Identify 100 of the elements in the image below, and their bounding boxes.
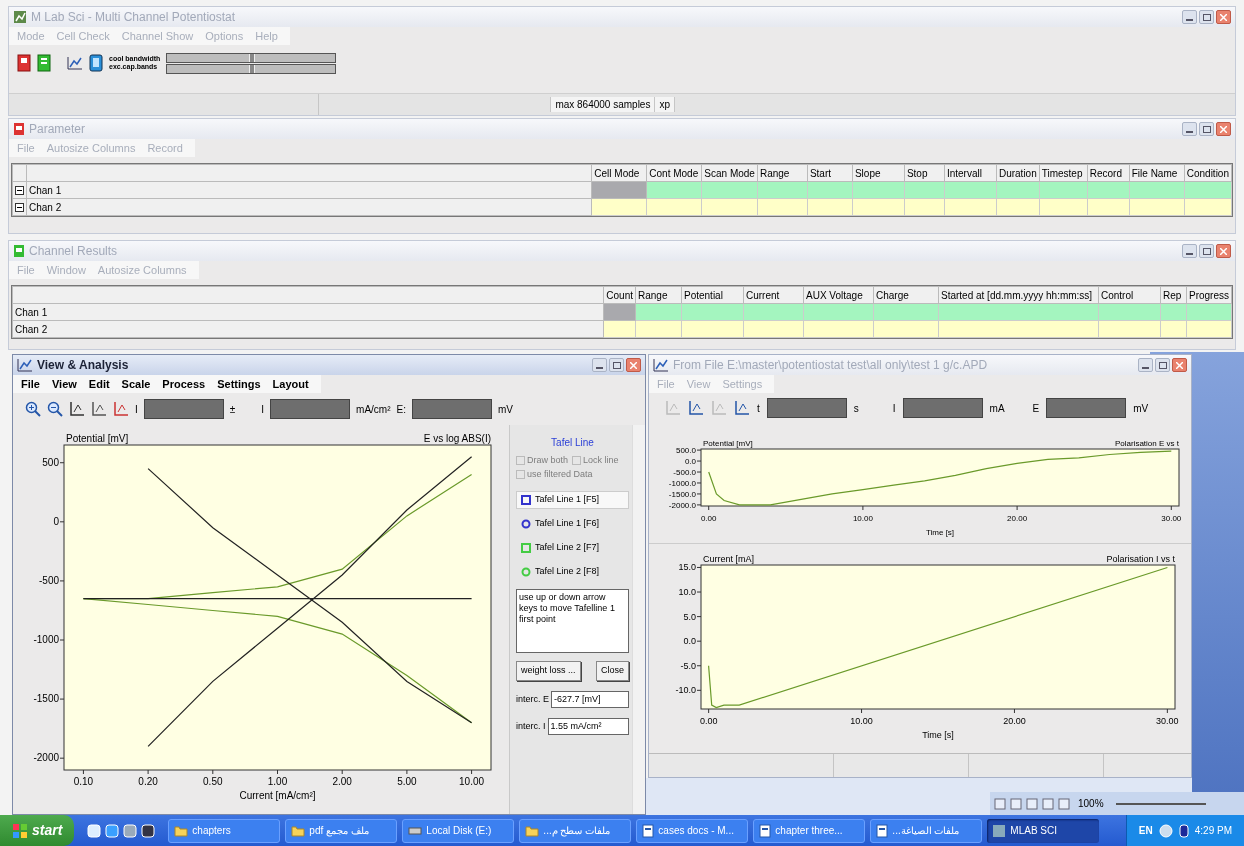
menu-item[interactable]: Settings — [217, 375, 261, 393]
menu-item[interactable]: Edit — [88, 375, 110, 393]
minimize-button[interactable] — [1182, 10, 1197, 24]
column-header[interactable]: Count — [603, 286, 636, 304]
taskbar-button[interactable]: chapter three... — [753, 818, 866, 843]
document-icon — [876, 823, 889, 838]
zoom-in-icon[interactable] — [25, 401, 41, 417]
slider-thumb[interactable] — [249, 64, 256, 73]
column-header[interactable]: AUX Voltage — [803, 286, 874, 304]
maximize-button[interactable] — [1199, 122, 1214, 136]
axis-icon[interactable] — [69, 401, 85, 417]
slider-thumb[interactable] — [249, 53, 256, 62]
axis-icon[interactable] — [91, 401, 107, 417]
column-header[interactable]: File Name — [1129, 164, 1185, 182]
column-header[interactable]: Range — [757, 164, 808, 182]
value-field[interactable]: -627.7 [mV] — [551, 691, 629, 708]
quick-launch-icon[interactable] — [123, 822, 138, 839]
action-button[interactable]: weight loss ... — [516, 661, 581, 681]
close-icon — [630, 361, 637, 369]
toolbar-label: mA/cm² — [356, 402, 391, 417]
radio-option[interactable]: Tafel Line 1 [F6] — [516, 515, 629, 533]
minimize-button[interactable] — [592, 358, 607, 372]
slider-track[interactable] — [166, 52, 337, 63]
chart-icon[interactable] — [67, 56, 83, 70]
maximize-button[interactable] — [1199, 244, 1214, 258]
tick-label: 5.0 — [683, 611, 696, 622]
column-header[interactable]: Cell Mode — [591, 164, 647, 182]
close-button[interactable] — [1216, 244, 1231, 258]
document-icon[interactable] — [37, 54, 51, 72]
security-icon[interactable] — [1178, 823, 1189, 838]
value-field[interactable]: 1.55 mA/cm² — [547, 718, 629, 735]
slider-track[interactable] — [166, 63, 337, 74]
column-header[interactable]: Intervall — [944, 164, 997, 182]
column-header[interactable]: Stop — [904, 164, 945, 182]
taskbar-button[interactable]: chapters — [168, 818, 281, 843]
view-icon[interactable] — [1010, 797, 1022, 810]
column-header[interactable]: Charge — [873, 286, 939, 304]
taskbar-button[interactable]: MLAB SCI — [987, 818, 1100, 843]
menu-item[interactable]: View — [51, 375, 77, 393]
column-header[interactable]: Record — [1087, 164, 1130, 182]
taskbar-button[interactable]: ملفات الصياغة... — [870, 818, 983, 843]
document-icon[interactable] — [17, 54, 31, 72]
tick-label: -2000.0 — [668, 500, 696, 510]
maximize-button[interactable] — [1199, 10, 1214, 24]
view-icon[interactable] — [1026, 797, 1038, 810]
axis-icon[interactable] — [734, 400, 750, 416]
taskbar-button[interactable]: Local Disk (E:) — [402, 818, 515, 843]
column-header[interactable]: Cont Mode — [646, 164, 702, 182]
maximize-button[interactable] — [609, 358, 624, 372]
minimize-button[interactable] — [1138, 358, 1153, 372]
column-header[interactable]: Duration — [996, 164, 1040, 182]
menu-item[interactable]: File — [21, 375, 40, 393]
menu-item[interactable]: Process — [162, 375, 206, 393]
menu-item[interactable]: Layout — [272, 375, 309, 393]
radio-option[interactable]: Tafel Line 2 [F7] — [516, 539, 629, 557]
column-header[interactable]: Current — [743, 286, 804, 304]
menu-item[interactable]: Scale — [121, 375, 151, 393]
quick-launch-icon[interactable] — [141, 822, 156, 839]
taskbar-button[interactable]: ملفات سطح م... — [519, 818, 632, 843]
collapse-icon[interactable] — [15, 203, 24, 213]
action-button[interactable]: Close — [596, 661, 629, 681]
radio-option[interactable]: Tafel Line 1 [F5] — [516, 491, 629, 509]
radio-option[interactable]: Tafel Line 2 [F8] — [516, 563, 629, 581]
minimize-button[interactable] — [1182, 122, 1197, 136]
column-header[interactable]: Control — [1098, 286, 1161, 304]
quick-launch-icon[interactable] — [87, 822, 102, 839]
device-icon[interactable] — [89, 54, 103, 72]
close-button[interactable] — [1172, 358, 1187, 372]
view-icon[interactable] — [994, 797, 1006, 810]
taskbar-button[interactable]: ملف مجمع pdf — [285, 818, 398, 843]
column-header[interactable]: Condition — [1184, 164, 1232, 182]
view-icon[interactable] — [1042, 797, 1054, 810]
column-header[interactable]: Start — [807, 164, 853, 182]
column-header[interactable]: Range — [635, 286, 682, 304]
axis-title: Potential [mV] — [703, 439, 753, 448]
column-header[interactable]: Progress — [1186, 286, 1232, 304]
close-button[interactable] — [626, 358, 641, 372]
maximize-icon — [1202, 13, 1211, 21]
network-icon[interactable] — [1158, 823, 1173, 838]
close-icon — [1220, 247, 1227, 255]
minimize-button[interactable] — [1182, 244, 1197, 258]
column-header[interactable]: Potential — [681, 286, 744, 304]
maximize-button[interactable] — [1155, 358, 1170, 372]
column-header[interactable]: Rep — [1160, 286, 1187, 304]
scrollbar[interactable] — [632, 425, 645, 814]
close-button[interactable] — [1216, 10, 1231, 24]
collapse-icon[interactable] — [15, 186, 24, 196]
close-button[interactable] — [1216, 122, 1231, 136]
start-button[interactable]: start — [0, 815, 75, 846]
language-indicator[interactable]: EN — [1138, 823, 1153, 838]
column-header[interactable]: Scan Mode — [701, 164, 758, 182]
view-icon[interactable] — [1058, 797, 1070, 810]
taskbar-button[interactable]: cases docs - M... — [636, 818, 749, 843]
column-header[interactable]: Slope — [852, 164, 905, 182]
column-header[interactable]: Timestep — [1039, 164, 1088, 182]
quick-launch-icon[interactable] — [105, 822, 120, 839]
column-header[interactable]: Started at [dd.mm.yyyy hh:mm:ss] — [938, 286, 1099, 304]
zoom-out-icon[interactable] — [47, 401, 63, 417]
axis-icon[interactable] — [113, 401, 129, 417]
axis-icon[interactable] — [688, 400, 704, 416]
